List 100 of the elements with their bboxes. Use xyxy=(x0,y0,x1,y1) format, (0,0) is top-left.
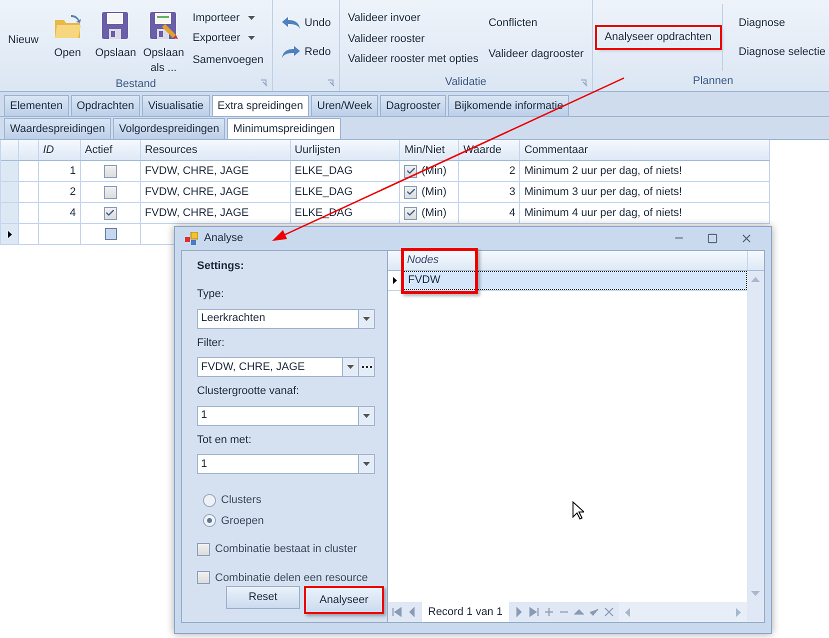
checkbox[interactable] xyxy=(104,164,117,178)
combo-box[interactable]: Leerkrachten xyxy=(197,308,375,328)
row-indicator-icon xyxy=(393,276,397,284)
tab[interactable]: Minimumspreidingen xyxy=(227,118,341,139)
table-cell: 2 xyxy=(459,161,520,181)
record-counter: Record 1 van 1 xyxy=(422,602,509,622)
field-label: Clustergrootte vanaf: xyxy=(197,384,300,399)
mouse-pointer-icon xyxy=(572,500,584,520)
checkbox-label: Combinatie bestaat in cluster xyxy=(215,542,357,557)
last-record-icon[interactable] xyxy=(528,607,539,617)
checkbox[interactable] xyxy=(197,542,210,556)
ribbon-menu-button[interactable]: Importeer xyxy=(188,10,268,26)
column-header[interactable]: Uurlijsten xyxy=(290,140,400,160)
field-label: Filter: xyxy=(197,336,226,350)
maximize-icon[interactable] xyxy=(707,232,718,244)
previous-record-icon[interactable] xyxy=(407,607,417,617)
dropdown-caret-icon xyxy=(363,316,370,320)
move-up-icon[interactable] xyxy=(574,607,584,617)
tab[interactable]: Volgordespreidingen xyxy=(112,118,226,139)
table-cell: 4 xyxy=(38,203,81,223)
table-cell-text: (Min) xyxy=(421,206,447,221)
table-cell: Minimum 3 uur per dag, of niets! xyxy=(520,182,770,202)
tab[interactable]: Opdrachten xyxy=(70,95,140,116)
ribbon-button[interactable]: Valideer rooster met opties xyxy=(344,49,482,70)
radio-button[interactable] xyxy=(203,494,216,507)
scroll-left-icon[interactable] xyxy=(624,608,630,616)
combo-box[interactable]: 1 xyxy=(197,454,375,474)
radio-label: Groepen xyxy=(221,514,264,528)
combo-box[interactable]: 1 xyxy=(197,406,375,426)
window-title: Analyse xyxy=(204,231,244,246)
table-cell: FVDW, CHRE, JAGE xyxy=(140,203,291,223)
column-header[interactable]: Resources xyxy=(140,140,291,160)
cancel-icon[interactable] xyxy=(604,607,614,617)
scroll-right-icon[interactable] xyxy=(736,608,741,616)
ribbon-button[interactable]: Diagnose xyxy=(734,12,829,33)
settings-heading: Settings: xyxy=(197,258,246,274)
scroll-down-icon[interactable] xyxy=(751,591,760,596)
tab[interactable]: Dagrooster xyxy=(380,95,446,116)
close-icon[interactable] xyxy=(740,232,753,245)
ribbon-button[interactable]: Conflicten xyxy=(484,13,588,34)
ribbon-button[interactable]: Opslaan xyxy=(92,4,139,76)
dialog-button[interactable]: Analyseer xyxy=(304,586,384,614)
dialog-launcher-icon[interactable] xyxy=(580,79,588,87)
checkbox[interactable] xyxy=(104,186,117,198)
ribbon-button[interactable]: Valideer dagrooster xyxy=(484,44,588,64)
checkbox[interactable] xyxy=(197,571,210,584)
ribbon-group-label: Bestand xyxy=(116,77,156,92)
tab[interactable]: Waardespreidingen xyxy=(4,118,111,139)
checkbox[interactable] xyxy=(404,164,418,178)
tab[interactable]: Uren/Week xyxy=(311,95,378,116)
ribbon-button[interactable]: Valideer rooster xyxy=(344,28,482,49)
column-header[interactable]: Actief xyxy=(80,140,141,160)
tab[interactable]: Visualisatie xyxy=(142,95,210,116)
dropdown-caret-icon xyxy=(363,462,370,466)
table-cell: Minimum 2 uur per dag, of niets! xyxy=(520,161,770,181)
checkbox[interactable] xyxy=(404,206,418,220)
radio-button[interactable] xyxy=(203,514,216,528)
table-cell[interactable]: FVDW xyxy=(403,270,747,290)
checkbox[interactable] xyxy=(404,186,418,198)
row-indicator-icon xyxy=(8,230,12,238)
tab[interactable]: Bijkomende informatie xyxy=(448,95,570,116)
dropdown-caret-icon xyxy=(347,365,354,369)
first-record-icon[interactable] xyxy=(392,607,402,617)
new-row-checkbox[interactable] xyxy=(104,228,116,240)
ribbon-button[interactable]: Analyseer opdrachten xyxy=(596,27,720,48)
ribbon-button[interactable]: Samenvoegen xyxy=(188,50,268,70)
ribbon-group-label: Plannen xyxy=(692,74,734,89)
combo-box[interactable]: FVDW, CHRE, JAGE xyxy=(197,357,375,377)
ribbon-button[interactable]: Diagnose selectie xyxy=(734,42,829,62)
dropdown-caret-icon xyxy=(248,36,256,40)
ribbon-button[interactable]: Opslaan als ... xyxy=(140,4,187,76)
ellipsis-icon[interactable] xyxy=(358,358,374,376)
dropdown-caret-icon xyxy=(363,414,370,418)
table-cell: FVDW, CHRE, JAGE xyxy=(140,161,291,181)
vertical-scrollbar[interactable] xyxy=(747,270,764,602)
ribbon-button[interactable]: Undo xyxy=(276,14,335,31)
tab[interactable]: Extra spreidingen xyxy=(212,95,310,116)
horizontal-scrollbar[interactable] xyxy=(618,602,747,622)
check-icon[interactable] xyxy=(588,607,599,617)
ribbon-button[interactable]: Redo xyxy=(276,44,335,60)
ribbon-menu-button[interactable]: Exporteer xyxy=(188,30,268,46)
ribbon-button[interactable]: Open xyxy=(44,4,91,76)
checkbox[interactable] xyxy=(104,206,117,220)
scroll-up-icon[interactable] xyxy=(751,276,760,282)
row-header[interactable] xyxy=(1,224,19,244)
dialog-button[interactable]: Reset xyxy=(226,586,300,609)
next-record-icon[interactable] xyxy=(514,607,524,617)
column-header[interactable]: Commentaar xyxy=(520,140,770,160)
column-header[interactable]: Min/Niet xyxy=(400,140,460,160)
dialog-launcher-icon[interactable] xyxy=(260,79,268,87)
ribbon-button[interactable]: Valideer invoer xyxy=(344,8,482,28)
floppy-pen-icon xyxy=(148,10,180,42)
dropdown-caret-icon xyxy=(248,16,255,20)
table-cell: Minimum 4 uur per dag, of niets! xyxy=(520,203,770,223)
radio-label: Clusters xyxy=(221,493,262,508)
column-header[interactable]: ID xyxy=(38,140,81,160)
add-icon[interactable] xyxy=(544,607,554,617)
tab[interactable]: Elementen xyxy=(4,95,69,116)
dialog-launcher-icon[interactable] xyxy=(326,79,335,87)
ribbon-button[interactable]: Nieuw xyxy=(4,4,43,76)
